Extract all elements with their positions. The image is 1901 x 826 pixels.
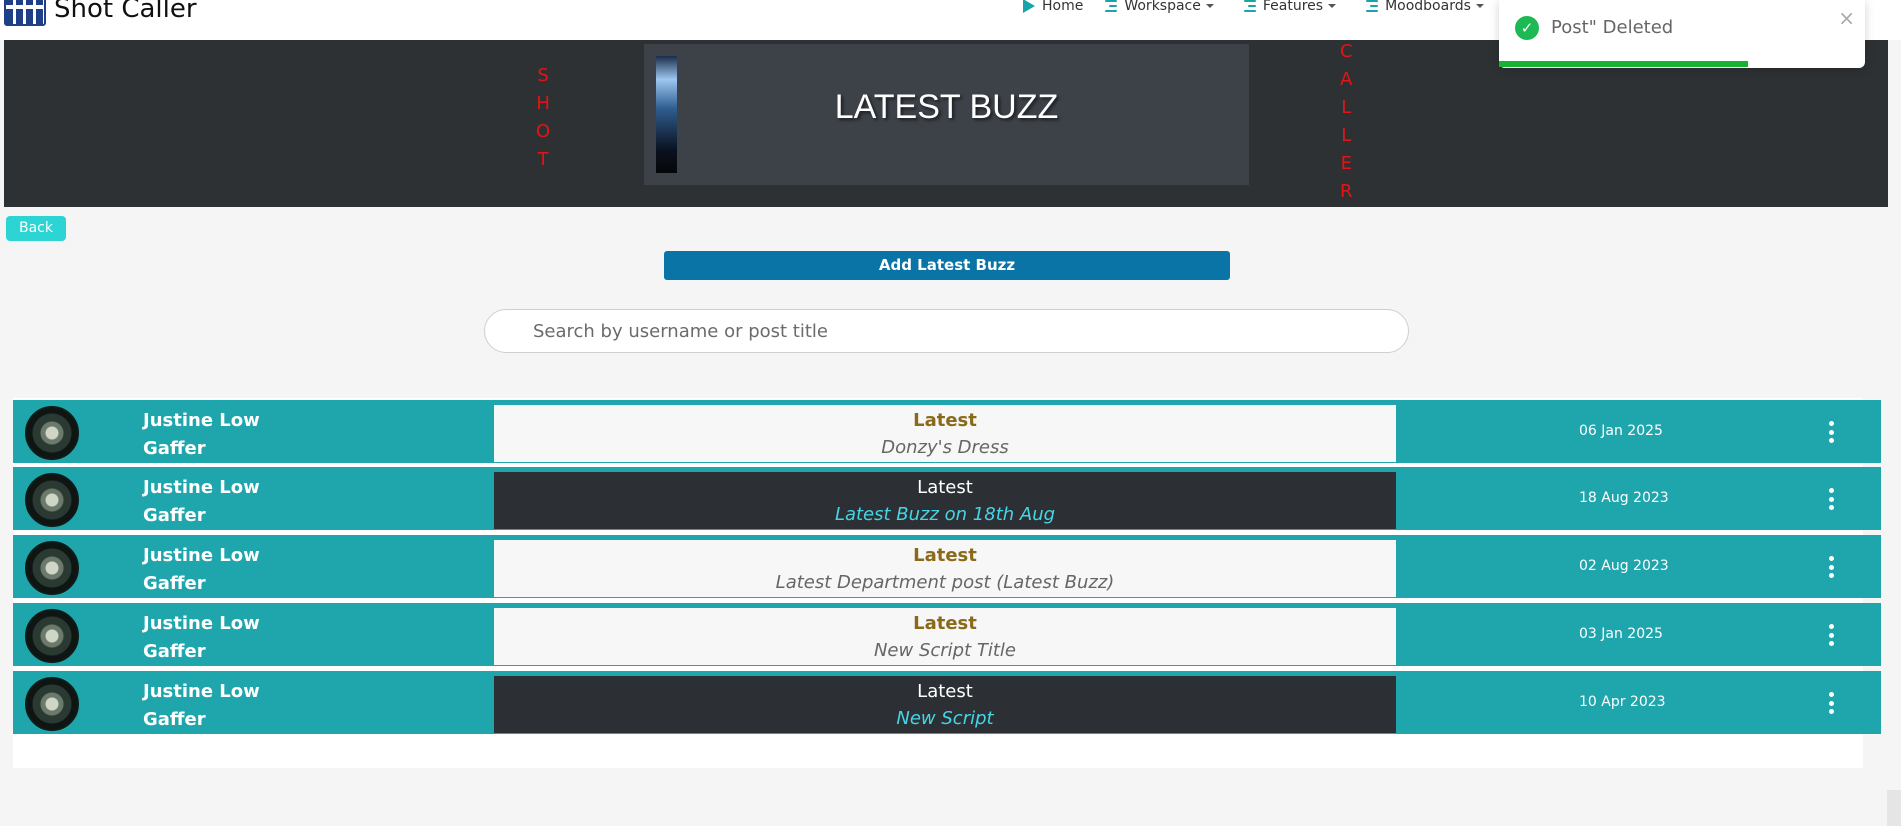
table-row[interactable]: Justine Low Gaffer Latest Donzy's Dress … bbox=[13, 400, 1881, 463]
nav-workspace-label: Workspace bbox=[1124, 0, 1201, 14]
table-row[interactable]: Justine Low Gaffer Latest Latest Departm… bbox=[13, 535, 1881, 598]
shot-letter: T bbox=[537, 149, 549, 170]
post-title: Latest Buzz on 18th Aug bbox=[834, 504, 1056, 525]
user-info: Justine Low Gaffer bbox=[143, 542, 260, 598]
search-input[interactable] bbox=[484, 309, 1409, 353]
post-card[interactable]: Latest Latest Department post (Latest Bu… bbox=[494, 540, 1396, 597]
avatar[interactable] bbox=[25, 406, 79, 460]
username: Justine Low bbox=[143, 613, 260, 634]
avatar[interactable] bbox=[25, 541, 79, 595]
post-title: Latest Department post (Latest Buzz) bbox=[775, 572, 1115, 593]
post-card[interactable]: Latest New Script bbox=[494, 676, 1396, 733]
table-row[interactable]: Justine Low Gaffer Latest New Script Tit… bbox=[13, 603, 1881, 666]
nav-menu: Home Workspace Features Moodboards bbox=[1023, 0, 1484, 14]
nav-moodboards-label: Moodboards bbox=[1385, 0, 1471, 14]
table-row[interactable]: Justine Low Gaffer Latest Latest Buzz on… bbox=[13, 467, 1881, 530]
user-info: Justine Low Gaffer bbox=[143, 610, 260, 666]
toast-notification: ✓ Post" Deleted × bbox=[1499, 0, 1865, 68]
user-info: Justine Low Gaffer bbox=[143, 474, 260, 530]
nav-features-dropdown[interactable]: Features bbox=[1243, 0, 1337, 14]
post-card[interactable]: Latest Latest Buzz on 18th Aug bbox=[494, 472, 1396, 529]
table-row[interactable]: Justine Low Gaffer Latest New Script 10 … bbox=[13, 671, 1881, 734]
user-info: Justine Low Gaffer bbox=[143, 407, 260, 463]
avatar[interactable] bbox=[25, 473, 79, 527]
menu-lines-icon bbox=[1105, 0, 1118, 12]
brand[interactable]: Shot Caller bbox=[4, 0, 197, 26]
post-heading: Latest bbox=[913, 410, 977, 431]
check-circle-icon: ✓ bbox=[1515, 16, 1539, 40]
user-role: Gaffer bbox=[143, 573, 206, 594]
caret-down-icon bbox=[1475, 4, 1484, 8]
post-date: 02 Aug 2023 bbox=[1579, 558, 1669, 574]
menu-lines-icon bbox=[1366, 0, 1379, 12]
avatar[interactable] bbox=[25, 677, 79, 731]
brand-logo bbox=[4, 0, 46, 26]
nav-home[interactable]: Home bbox=[1023, 0, 1083, 14]
post-heading: Latest bbox=[913, 545, 977, 566]
brand-name: Shot Caller bbox=[54, 0, 197, 24]
vertical-text-caller: CALLER bbox=[1340, 38, 1353, 206]
caret-down-icon bbox=[1205, 4, 1214, 8]
username: Justine Low bbox=[143, 410, 260, 431]
post-title: New Script bbox=[896, 708, 994, 729]
post-card[interactable]: Latest New Script Title bbox=[494, 608, 1396, 665]
user-role: Gaffer bbox=[143, 438, 206, 459]
scrollbar[interactable] bbox=[1887, 790, 1901, 826]
post-card[interactable]: Latest Donzy's Dress bbox=[494, 405, 1396, 462]
add-latest-buzz-button[interactable]: Add Latest Buzz bbox=[664, 251, 1230, 280]
back-button[interactable]: Back bbox=[6, 216, 66, 241]
shot-letter: S bbox=[537, 65, 549, 86]
shot-letter: H bbox=[536, 93, 550, 114]
caret-down-icon bbox=[1328, 4, 1337, 8]
nav-workspace-dropdown[interactable]: Workspace bbox=[1105, 0, 1214, 14]
caller-letter: C bbox=[1340, 41, 1353, 62]
toast-message: Post" Deleted bbox=[1551, 17, 1674, 38]
shot-letter: O bbox=[536, 121, 551, 142]
post-date: 10 Apr 2023 bbox=[1579, 694, 1666, 710]
close-icon[interactable]: × bbox=[1838, 6, 1855, 30]
caller-letter: L bbox=[1341, 97, 1352, 118]
menu-lines-icon bbox=[1243, 0, 1256, 12]
username: Justine Low bbox=[143, 681, 260, 702]
more-options-icon[interactable] bbox=[1826, 556, 1836, 578]
caller-letter: A bbox=[1340, 69, 1353, 90]
post-heading: Latest bbox=[913, 613, 977, 634]
post-date: 06 Jan 2025 bbox=[1579, 423, 1663, 439]
user-info: Justine Low Gaffer bbox=[143, 678, 260, 734]
caller-letter: E bbox=[1340, 153, 1352, 174]
username: Justine Low bbox=[143, 477, 260, 498]
banner-box: LATEST BUZZ bbox=[644, 44, 1249, 185]
user-role: Gaffer bbox=[143, 709, 206, 730]
user-role: Gaffer bbox=[143, 641, 206, 662]
caller-letter: L bbox=[1341, 125, 1352, 146]
more-options-icon[interactable] bbox=[1826, 421, 1836, 443]
caller-letter: R bbox=[1340, 181, 1353, 202]
post-title: Donzy's Dress bbox=[881, 437, 1009, 458]
post-date: 03 Jan 2025 bbox=[1579, 626, 1663, 642]
username: Justine Low bbox=[143, 545, 260, 566]
vertical-text-shot: SHOT bbox=[536, 62, 550, 174]
page-title: LATEST BUZZ bbox=[834, 88, 1059, 126]
play-icon bbox=[1023, 0, 1035, 13]
toast-progress-bar bbox=[1499, 61, 1748, 67]
post-date: 18 Aug 2023 bbox=[1579, 490, 1669, 506]
nav-home-label: Home bbox=[1042, 0, 1084, 14]
more-options-icon[interactable] bbox=[1826, 692, 1836, 714]
post-heading: Latest bbox=[917, 681, 973, 702]
nav-moodboards-dropdown[interactable]: Moodboards bbox=[1366, 0, 1484, 14]
nav-features-label: Features bbox=[1262, 0, 1324, 14]
user-role: Gaffer bbox=[143, 505, 206, 526]
avatar[interactable] bbox=[25, 609, 79, 663]
more-options-icon[interactable] bbox=[1826, 488, 1836, 510]
more-options-icon[interactable] bbox=[1826, 624, 1836, 646]
post-heading: Latest bbox=[917, 477, 973, 498]
post-title: New Script Title bbox=[873, 640, 1017, 661]
